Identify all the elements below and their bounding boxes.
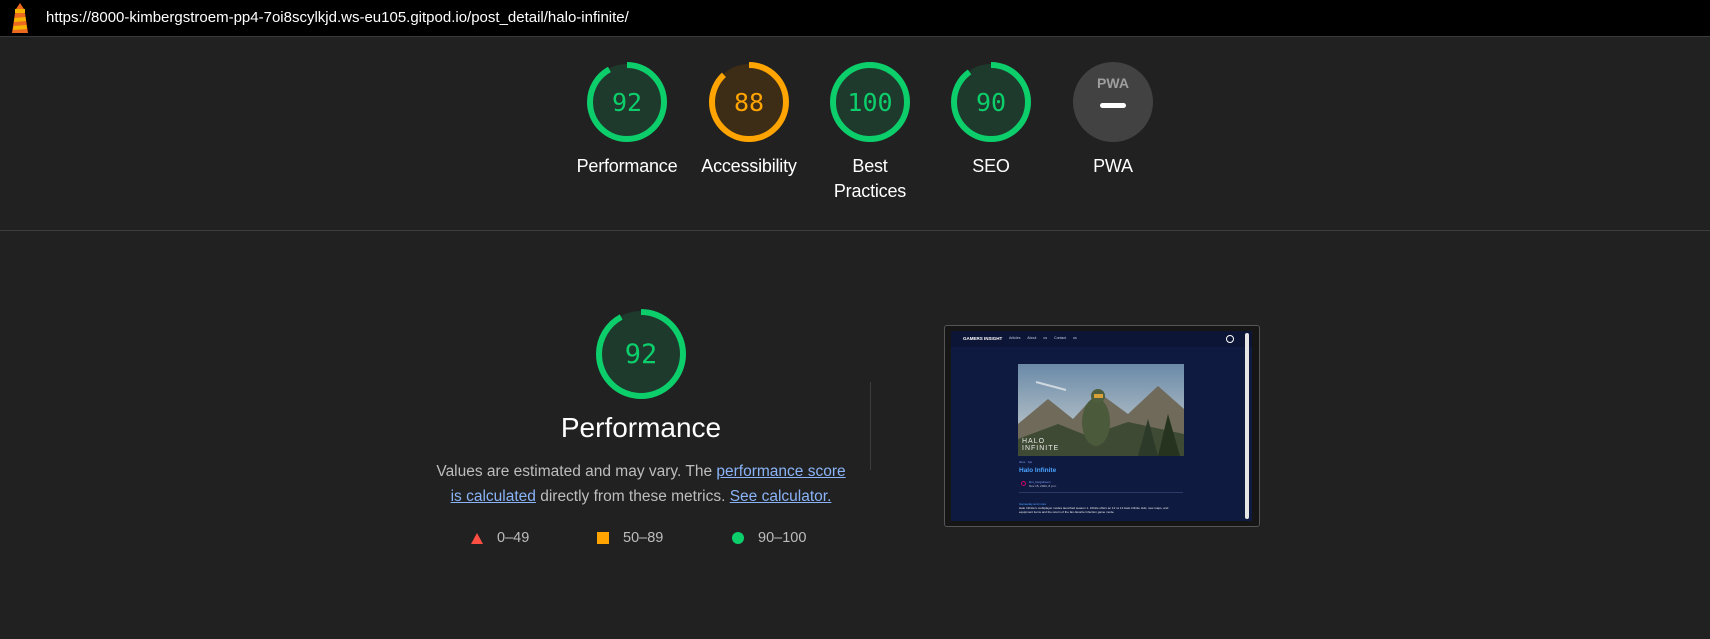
legend-pass-range: 90–100 bbox=[758, 530, 807, 546]
gauge-pwa[interactable]: PWA PWA bbox=[1053, 60, 1173, 179]
legend-average-range: 50–89 bbox=[623, 530, 664, 546]
description-text-start: Values are estimated and may vary. The bbox=[436, 463, 717, 480]
square-icon bbox=[597, 532, 609, 544]
performance-gauge-icon: 92 bbox=[587, 62, 667, 142]
circle-icon bbox=[732, 532, 744, 544]
screenshot-hero-text: HALO INFINITE bbox=[1022, 438, 1060, 452]
screenshot-post-title: Halo Infinite bbox=[1019, 467, 1057, 474]
triangle-icon bbox=[471, 532, 483, 544]
performance-large-score: 92 bbox=[625, 339, 658, 370]
gauge-performance[interactable]: 92 Performance bbox=[567, 60, 687, 179]
screenshot-author: kim_bergstroem Nov 15, 2023, 8 p.m. bbox=[1029, 480, 1057, 488]
pwa-badge-icon: PWA bbox=[1073, 62, 1153, 142]
screenshot-brand: GAMERS INSIGHT bbox=[963, 336, 1003, 341]
gauge-label-seo: SEO bbox=[972, 156, 1010, 176]
see-calculator-link[interactable]: See calculator. bbox=[730, 488, 832, 505]
screenshot-scrollbar bbox=[1245, 333, 1249, 519]
score-gauges: 92 Performance 88 Accessibility 100 Best… bbox=[0, 60, 1710, 230]
seo-gauge-icon: 90 bbox=[951, 62, 1031, 142]
gauge-seo[interactable]: 90 SEO bbox=[931, 60, 1051, 179]
pwa-dash-icon bbox=[1100, 103, 1126, 108]
section-divider bbox=[0, 230, 1710, 231]
best-practices-score: 100 bbox=[847, 88, 892, 117]
final-screenshot-frame[interactable]: GAMERS INSIGHT Articles About us Contact… bbox=[944, 325, 1260, 527]
performance-score: 92 bbox=[612, 88, 642, 117]
accessibility-score: 88 bbox=[734, 88, 764, 117]
gauge-accessibility[interactable]: 88 Accessibility bbox=[689, 60, 809, 179]
lighthouse-logo-icon bbox=[12, 3, 28, 33]
gauge-label-performance: Performance bbox=[576, 156, 678, 176]
user-icon bbox=[1226, 335, 1234, 343]
gauge-best-practices[interactable]: 100 Best Practices bbox=[810, 60, 930, 204]
performance-large-gauge-icon: 92 bbox=[596, 309, 686, 399]
legend-fail-range: 0–49 bbox=[497, 530, 530, 546]
browser-address-bar: https://8000-kimbergstroem-pp4-7oi8scylk… bbox=[0, 0, 1710, 37]
screenshot-divider bbox=[1019, 492, 1183, 493]
vertical-divider bbox=[870, 382, 871, 470]
legend-pass: 90–100 bbox=[732, 530, 806, 546]
gauge-label-pwa: PWA bbox=[1093, 156, 1133, 176]
accessibility-gauge-icon: 88 bbox=[709, 62, 789, 142]
page-url[interactable]: https://8000-kimbergstroem-pp4-7oi8scylk… bbox=[46, 9, 629, 26]
screenshot-hero-image: HALO INFINITE bbox=[1018, 364, 1184, 456]
screenshot-tags: xbox · fps bbox=[1019, 460, 1033, 464]
legend-average: 50–89 bbox=[597, 530, 663, 546]
screenshot-nav-links: Articles About us Contact us bbox=[1009, 336, 1077, 340]
gauge-label-accessibility: Accessibility bbox=[701, 156, 797, 176]
performance-description: Values are estimated and may vary. The p… bbox=[430, 459, 852, 509]
page-screenshot: GAMERS INSIGHT Articles About us Contact… bbox=[951, 331, 1252, 521]
performance-heading: Performance bbox=[560, 412, 722, 443]
score-legend: 0–49 50–89 90–100 bbox=[0, 530, 1710, 552]
screenshot-navbar: GAMERS INSIGHT Articles About us Contact… bbox=[951, 331, 1252, 347]
author-avatar-icon bbox=[1021, 481, 1026, 486]
gauge-label-best-practices: Best Practices bbox=[833, 156, 907, 201]
best-practices-gauge-icon: 100 bbox=[830, 62, 910, 142]
description-text-mid: directly from these metrics. bbox=[535, 488, 730, 505]
screenshot-body: Halo Infinite's multiplayer modes launch… bbox=[1019, 506, 1169, 514]
seo-score: 90 bbox=[976, 88, 1006, 117]
pwa-badge-text: PWA bbox=[1097, 75, 1129, 91]
legend-fail: 0–49 bbox=[471, 530, 529, 546]
